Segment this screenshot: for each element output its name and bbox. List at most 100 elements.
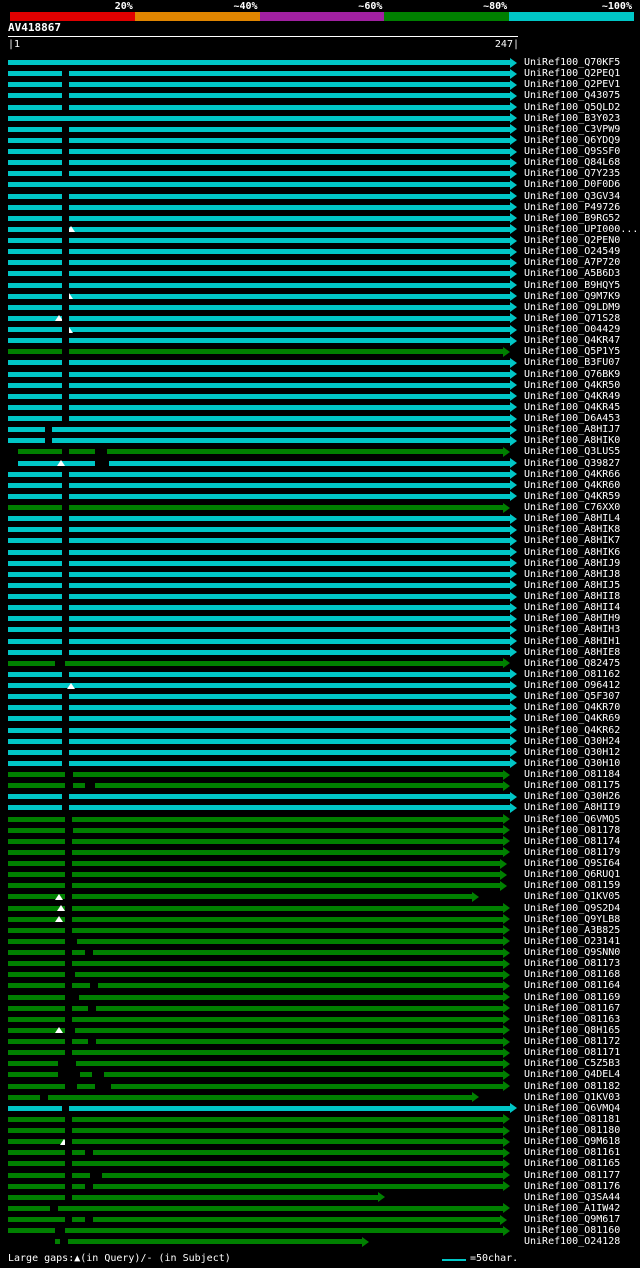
- alignment-bar[interactable]: [8, 104, 510, 110]
- subject-id-label[interactable]: UniRef100_A3B825: [524, 925, 620, 936]
- subject-id-label[interactable]: UniRef100_A8HIK8: [524, 524, 620, 535]
- subject-id-label[interactable]: UniRef100_Q6YDQ9: [524, 135, 620, 146]
- subject-id-label[interactable]: UniRef100_O81178: [524, 825, 620, 836]
- subject-id-label[interactable]: UniRef100_A8HIK7: [524, 535, 620, 546]
- subject-id-label[interactable]: UniRef100_Q9SI64: [524, 858, 620, 869]
- alignment-bar[interactable]: [8, 304, 510, 310]
- alignment-bar[interactable]: [8, 594, 510, 599]
- subject-id-label[interactable]: UniRef100_A8HIJ5: [524, 580, 620, 591]
- subject-id-label[interactable]: UniRef100_O81180: [524, 1125, 620, 1136]
- subject-id-label[interactable]: UniRef100_Q5P1Y5: [524, 346, 620, 357]
- subject-id-label[interactable]: UniRef100_Q9SNN0: [524, 947, 620, 958]
- alignment-bar[interactable]: [8, 727, 510, 733]
- subject-id-label[interactable]: UniRef100_A8HII9: [524, 802, 620, 813]
- subject-id-label[interactable]: UniRef100_P49726: [524, 202, 620, 213]
- alignment-bar[interactable]: [8, 861, 500, 866]
- alignment-bar[interactable]: [8, 71, 510, 77]
- alignment-bar[interactable]: [8, 1083, 503, 1089]
- subject-id-label[interactable]: UniRef100_Q5QLD2: [524, 102, 620, 113]
- alignment-bar[interactable]: [8, 505, 503, 510]
- alignment-bar[interactable]: [8, 1228, 503, 1234]
- subject-id-label[interactable]: UniRef100_O81160: [524, 1225, 620, 1236]
- subject-id-label[interactable]: UniRef100_O81175: [524, 780, 620, 791]
- alignment-bar[interactable]: [8, 382, 510, 388]
- alignment-bar[interactable]: [8, 1105, 510, 1111]
- subject-id-label[interactable]: UniRef100_O81182: [524, 1081, 620, 1092]
- subject-id-label[interactable]: UniRef100_A8HIJ9: [524, 558, 620, 569]
- subject-id-label[interactable]: UniRef100_Q2PEV1: [524, 79, 620, 90]
- subject-id-label[interactable]: UniRef100_Q30H26: [524, 791, 620, 802]
- alignment-bar[interactable]: [8, 438, 510, 444]
- alignment-bar[interactable]: [8, 1116, 503, 1122]
- alignment-bar[interactable]: [8, 972, 503, 978]
- alignment-bar[interactable]: [8, 60, 510, 65]
- alignment-bar[interactable]: [8, 371, 510, 377]
- subject-id-label[interactable]: UniRef100_O81184: [524, 769, 620, 780]
- alignment-bar[interactable]: [8, 794, 510, 800]
- subject-id-label[interactable]: UniRef100_Q1KV03: [524, 1092, 620, 1103]
- subject-id-label[interactable]: UniRef100_B3FU07: [524, 357, 620, 368]
- alignment-bar[interactable]: [8, 82, 510, 88]
- alignment-bar[interactable]: [8, 649, 510, 655]
- alignment-bar[interactable]: [8, 916, 503, 922]
- alignment-bar[interactable]: [8, 1161, 503, 1167]
- subject-id-label[interactable]: UniRef100_O81163: [524, 1014, 620, 1025]
- alignment-bar[interactable]: [8, 338, 510, 344]
- alignment-bar[interactable]: [8, 627, 510, 633]
- subject-id-label[interactable]: UniRef100_Q39827: [524, 458, 620, 469]
- alignment-bar[interactable]: [8, 1172, 503, 1178]
- alignment-bar[interactable]: [8, 705, 510, 711]
- subject-id-label[interactable]: UniRef100_Q6VMQ5: [524, 814, 620, 825]
- subject-id-label[interactable]: UniRef100_A5B6D3: [524, 268, 620, 279]
- subject-id-label[interactable]: UniRef100_Q3SA44: [524, 1192, 620, 1203]
- subject-id-label[interactable]: UniRef100_A1IW42: [524, 1203, 620, 1214]
- subject-id-label[interactable]: UniRef100_O23141: [524, 936, 620, 947]
- subject-id-label[interactable]: UniRef100_Q71S28: [524, 313, 620, 324]
- subject-id-label[interactable]: UniRef100_O24128: [524, 1236, 620, 1247]
- subject-id-label[interactable]: UniRef100_Q9M618: [524, 1136, 620, 1147]
- subject-id-label[interactable]: UniRef100_Q2PEN0: [524, 235, 620, 246]
- subject-id-label[interactable]: UniRef100_Q4KR47: [524, 335, 620, 346]
- subject-id-label[interactable]: UniRef100_O81177: [524, 1170, 620, 1181]
- subject-id-label[interactable]: UniRef100_Q76BK9: [524, 369, 620, 380]
- alignment-bar[interactable]: [8, 838, 503, 844]
- subject-id-label[interactable]: UniRef100_A8HIE8: [524, 647, 620, 658]
- alignment-bar[interactable]: [8, 115, 510, 121]
- subject-id-label[interactable]: UniRef100_O81176: [524, 1181, 620, 1192]
- subject-id-label[interactable]: UniRef100_Q6RUQ1: [524, 869, 620, 880]
- alignment-bar[interactable]: [8, 416, 510, 421]
- subject-id-label[interactable]: UniRef100_Q30H10: [524, 758, 620, 769]
- alignment-bar[interactable]: [8, 204, 510, 210]
- alignment-bar[interactable]: [8, 760, 510, 766]
- alignment-bar[interactable]: [8, 260, 510, 266]
- alignment-bar[interactable]: [8, 293, 510, 299]
- alignment-bar[interactable]: [8, 349, 503, 355]
- alignment-bar[interactable]: [8, 1139, 503, 1145]
- alignment-bar[interactable]: [8, 282, 510, 288]
- alignment-bar[interactable]: [8, 883, 500, 889]
- subject-id-label[interactable]: UniRef100_Q9M617: [524, 1214, 620, 1225]
- alignment-bar[interactable]: [8, 582, 510, 588]
- alignment-bar[interactable]: [8, 560, 510, 566]
- alignment-bar[interactable]: [8, 827, 503, 833]
- subject-id-label[interactable]: UniRef100_C5Z5B3: [524, 1058, 620, 1069]
- subject-id-label[interactable]: UniRef100_A8HIK6: [524, 547, 620, 558]
- subject-id-label[interactable]: UniRef100_O81161: [524, 1147, 620, 1158]
- subject-id-label[interactable]: UniRef100_A8HII8: [524, 591, 620, 602]
- alignment-bar[interactable]: [8, 849, 503, 855]
- subject-id-label[interactable]: UniRef100_A7P720: [524, 257, 620, 268]
- subject-id-label[interactable]: UniRef100_O96412: [524, 680, 620, 691]
- subject-id-label[interactable]: UniRef100_Q4KR62: [524, 725, 620, 736]
- subject-id-label[interactable]: UniRef100_O81167: [524, 1003, 620, 1014]
- alignment-bar[interactable]: [8, 894, 472, 900]
- alignment-bar[interactable]: [8, 716, 510, 722]
- alignment-bar[interactable]: [8, 137, 510, 143]
- alignment-bar[interactable]: [8, 1217, 500, 1222]
- alignment-bar[interactable]: [8, 638, 510, 644]
- alignment-bar[interactable]: [8, 772, 503, 777]
- alignment-bar[interactable]: [8, 538, 510, 544]
- subject-id-label[interactable]: UniRef100_Q4KR50: [524, 380, 620, 391]
- subject-id-label[interactable]: UniRef100_Q8H165: [524, 1025, 620, 1036]
- subject-id-label[interactable]: UniRef100_A8HIH3: [524, 624, 620, 635]
- alignment-bar[interactable]: [8, 605, 510, 611]
